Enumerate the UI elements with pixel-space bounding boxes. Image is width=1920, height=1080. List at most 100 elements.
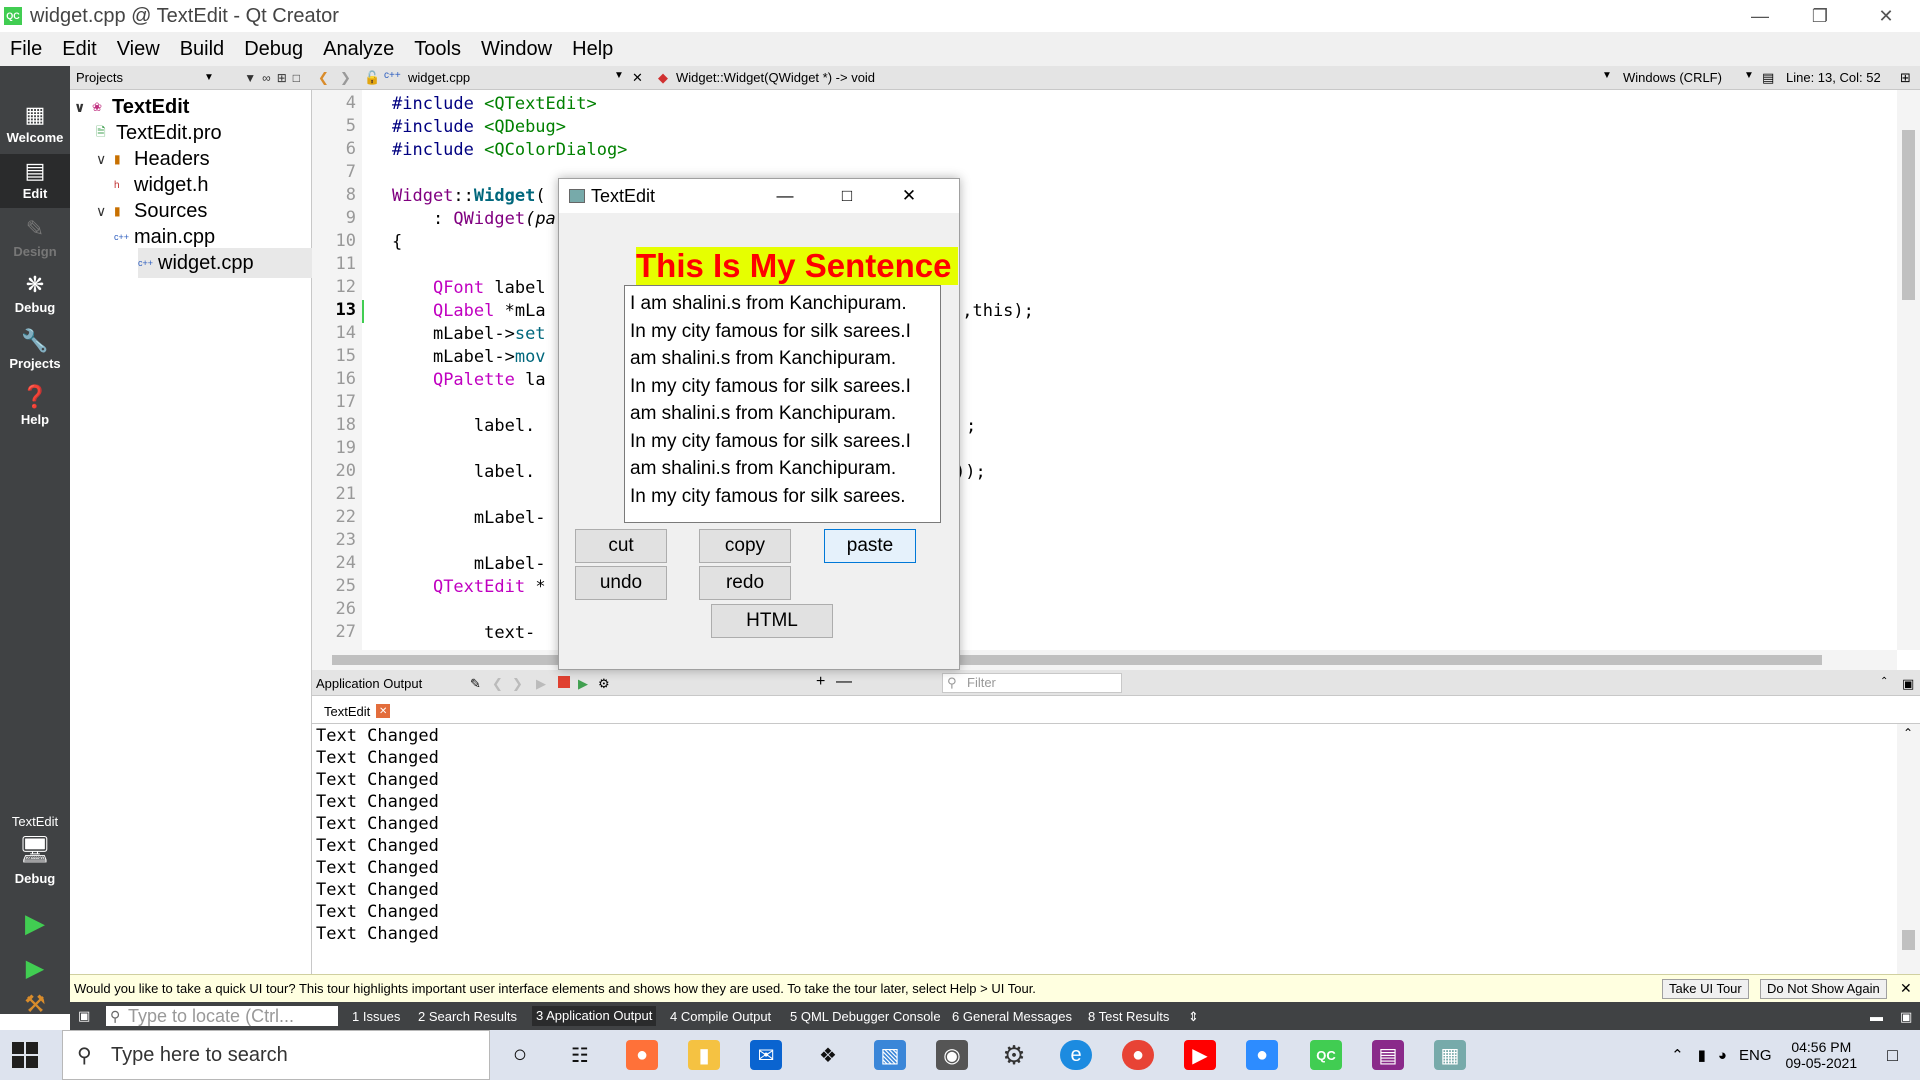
cortana-icon[interactable]: ○ (504, 1040, 536, 1070)
kit-selector[interactable]: TextEdit 🖥 Debug (0, 810, 70, 920)
textedit-taskbar-icon[interactable]: ▦ (1434, 1040, 1466, 1070)
text-edit-field[interactable]: I am shalini.s from Kanchipuram. In my c… (624, 285, 941, 523)
dropbox-icon[interactable]: ❖ (812, 1040, 844, 1070)
scroll-up-icon[interactable]: ⌃ (1903, 726, 1913, 740)
prev-icon[interactable]: ❮ (492, 676, 503, 692)
chevron-down-icon[interactable]: ∨ (74, 99, 92, 116)
clock[interactable]: 04:56 PM 09-05-2021 (1786, 1039, 1858, 1071)
attach-icon[interactable]: ✎ (470, 676, 481, 692)
next-icon[interactable]: ❯ (512, 676, 523, 692)
mode-debug[interactable]: ❋ Debug (0, 268, 70, 322)
file-explorer-icon[interactable]: ▮ (688, 1040, 720, 1070)
close-button[interactable]: ✕ (1856, 0, 1916, 32)
settings-gear-icon[interactable]: ⚙ (998, 1040, 1030, 1070)
menu-view[interactable]: View (107, 38, 170, 61)
notification-icon[interactable]: □ (1887, 1045, 1898, 1066)
run-icon[interactable]: ▶ (536, 676, 546, 692)
chevron-down-icon[interactable]: ▼ (204, 72, 214, 83)
language-indicator[interactable]: ENG (1739, 1047, 1772, 1064)
split-icon[interactable]: ⊞ (1900, 70, 1911, 86)
edge-icon[interactable]: e (1060, 1040, 1092, 1070)
app-icon[interactable]: ▧ (874, 1040, 906, 1070)
tab-general-messages[interactable]: 6 General Messages (952, 1009, 1072, 1024)
projects-toolbar[interactable]: ▼∞⊞□ (244, 71, 306, 85)
chevron-down-icon[interactable]: ∨ (96, 203, 114, 220)
close-banner-icon[interactable]: ✕ (1900, 980, 1912, 997)
html-button[interactable]: HTML (711, 604, 833, 638)
maximize-pane-icon[interactable]: ⌃ (1880, 676, 1888, 687)
firefox-icon[interactable]: ● (626, 1040, 658, 1070)
tab-compile-output[interactable]: 4 Compile Output (670, 1009, 771, 1024)
do-not-show-again-button[interactable]: Do Not Show Again (1760, 979, 1887, 999)
menu-edit[interactable]: Edit (52, 38, 106, 61)
menu-tools[interactable]: Tools (404, 38, 471, 61)
locator-input[interactable]: ⚲ Type to locate (Ctrl... (106, 1006, 338, 1026)
progress-icon[interactable]: ▬ (1870, 1009, 1883, 1024)
menu-analyze[interactable]: Analyze (313, 38, 404, 61)
output-tab-textedit[interactable]: TextEdit ✕ (318, 700, 397, 722)
wifi-icon[interactable]: ◕ (1718, 1047, 1727, 1064)
minimize-button[interactable]: — (1730, 0, 1790, 32)
more-tabs-icon[interactable]: ⇕ (1188, 1009, 1199, 1025)
copy-button[interactable]: copy (699, 529, 791, 563)
editor-horizontal-scrollbar[interactable] (312, 650, 1897, 670)
nav-forward-icon[interactable]: ❯ (340, 70, 351, 86)
taskbar-search-input[interactable]: ⚲ Type here to search (62, 1030, 490, 1080)
menu-window[interactable]: Window (471, 38, 562, 61)
menu-build[interactable]: Build (170, 38, 234, 61)
battery-icon[interactable]: ▮ (1698, 1046, 1706, 1064)
maximize-button[interactable]: □ (817, 179, 877, 213)
redo-button[interactable]: redo (699, 566, 791, 600)
task-view-icon[interactable]: ☷ (564, 1040, 596, 1070)
camera-icon[interactable]: ◉ (936, 1040, 968, 1070)
scrollbar-thumb[interactable] (332, 655, 1822, 665)
symbol-selector[interactable]: Widget::Widget(QWidget *) -> void (676, 70, 875, 85)
mode-design[interactable]: ✎ Design (0, 212, 70, 266)
tab-test-results[interactable]: 8 Test Results (1088, 1009, 1169, 1024)
stop-icon[interactable] (558, 676, 570, 688)
mode-help[interactable]: ❓ Help (0, 380, 70, 434)
zoom-icon[interactable]: ● (1246, 1040, 1278, 1070)
youtube-icon[interactable]: ▶ (1184, 1040, 1216, 1070)
line-ending-selector[interactable]: Windows (CRLF) (1623, 70, 1722, 85)
tab-application-output[interactable]: 3 Application Output (532, 1006, 657, 1026)
undo-button[interactable]: undo (575, 566, 667, 600)
nav-back-icon[interactable]: ❮ (318, 70, 329, 86)
tree-item-widget-cpp[interactable]: c++ widget.cpp (138, 248, 312, 278)
scrollbar-thumb[interactable] (1902, 130, 1915, 300)
close-document-icon[interactable]: ✕ (632, 70, 643, 86)
winrar-icon[interactable]: ▤ (1372, 1040, 1404, 1070)
tab-issues[interactable]: 1 Issues (352, 1009, 400, 1024)
close-pane-icon[interactable]: ▣ (1902, 676, 1914, 692)
application-output[interactable]: Text Changed Text Changed Text Changed T… (312, 724, 1897, 974)
zoom-out-icon[interactable]: — (836, 673, 852, 691)
chevron-up-icon[interactable]: ⌃ (1671, 1046, 1684, 1064)
menu-file[interactable]: File (0, 38, 52, 61)
output-scrollbar[interactable]: ⌃ (1897, 724, 1920, 974)
chevron-down-icon[interactable]: ▼ (1602, 70, 1612, 81)
close-tab-icon[interactable]: ✕ (376, 704, 391, 718)
chevron-down-icon[interactable]: ∨ (96, 151, 114, 168)
qt-creator-taskbar-icon[interactable]: QC (1310, 1040, 1342, 1070)
mail-icon[interactable]: ✉ (750, 1040, 782, 1070)
build-hammer-icon[interactable]: ⚒ (0, 990, 70, 1030)
scrollbar-thumb[interactable] (1902, 930, 1915, 950)
take-ui-tour-button[interactable]: Take UI Tour (1662, 979, 1749, 999)
open-document-selector[interactable]: widget.cpp (408, 70, 470, 85)
chevron-down-icon[interactable]: ▼ (1744, 70, 1754, 81)
menu-debug[interactable]: Debug (234, 38, 313, 61)
debug-run-icon[interactable]: ▶ (0, 954, 70, 994)
menu-help[interactable]: Help (562, 38, 623, 61)
close-button[interactable]: ✕ (879, 179, 939, 213)
windows-start-icon[interactable] (12, 1042, 38, 1068)
toggle-output-icon[interactable]: ▣ (1900, 1009, 1912, 1025)
mode-projects[interactable]: 🔧 Projects (0, 324, 70, 378)
editor-vertical-scrollbar[interactable] (1897, 90, 1920, 650)
filter-input[interactable]: ⚲ Filter (942, 673, 1122, 693)
chrome-icon[interactable]: ● (1122, 1040, 1154, 1070)
gear-icon[interactable]: ⚙ (598, 676, 610, 692)
cursor-position[interactable]: Line: 13, Col: 52 (1786, 70, 1881, 85)
toggle-sidebar-icon[interactable]: ▣ (78, 1008, 90, 1024)
cut-button[interactable]: cut (575, 529, 667, 563)
tab-qml-debugger-console[interactable]: 5 QML Debugger Console (790, 1009, 941, 1024)
